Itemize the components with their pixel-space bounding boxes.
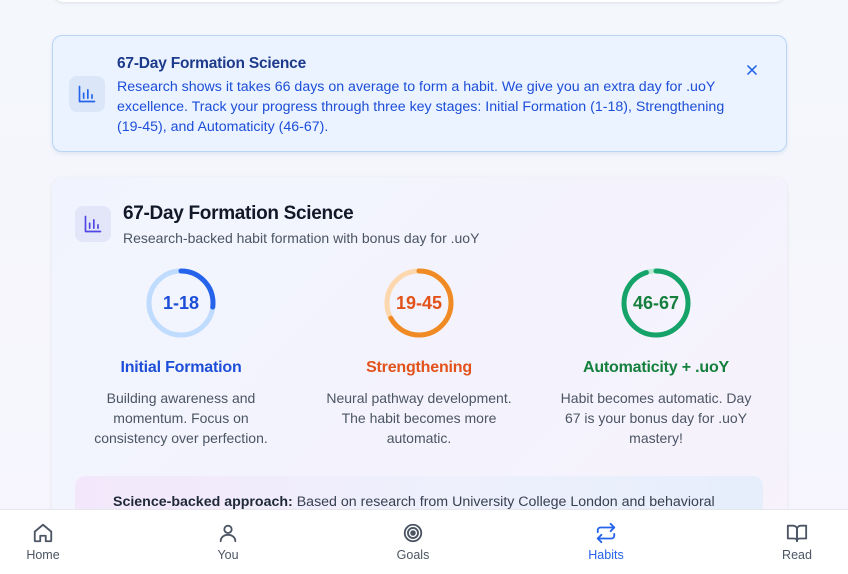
close-banner-button[interactable] xyxy=(741,59,763,81)
book-icon xyxy=(786,524,808,543)
nav-item-home[interactable]: Home xyxy=(3,522,83,562)
stage-name: Initial Formation xyxy=(120,359,242,376)
stage-name: Automaticity + .uoY xyxy=(583,359,729,376)
stage-range: 46-67 xyxy=(632,292,680,313)
target-icon xyxy=(403,523,423,543)
banner-text: Research shows it takes 66 days on avera… xyxy=(117,79,725,135)
stage-progress-ring: 19-45 xyxy=(383,267,455,339)
formation-science-card: 67-Day Formation Science Research-backed… xyxy=(52,177,787,546)
bar-chart-icon xyxy=(75,206,111,242)
stage-range: 19-45 xyxy=(395,292,443,313)
banner-title: 67-Day Formation Science xyxy=(117,55,307,72)
stage-automaticity: 46-67 Automaticity + .uoY Habit becomes … xyxy=(538,267,774,448)
info-banner: 67-Day Formation Science Research shows … xyxy=(52,35,787,152)
stage-progress-ring: 46-67 xyxy=(620,267,692,339)
stage-initial-formation: 1-18 Initial Formation Building awarenes… xyxy=(63,267,299,448)
nav-label: You xyxy=(217,548,239,562)
nav-item-you[interactable]: You xyxy=(188,522,268,562)
previous-card-edge xyxy=(52,0,786,2)
nav-label: Habits xyxy=(588,548,624,562)
close-icon xyxy=(747,65,757,75)
repeat-icon xyxy=(596,522,616,544)
bar-chart-icon xyxy=(69,76,105,112)
card-title: 67-Day Formation Science xyxy=(123,203,354,224)
stage-name: Strengthening xyxy=(366,359,472,376)
nav-label: Goals xyxy=(396,548,430,562)
nav-label: Home xyxy=(26,548,60,562)
stage-progress-ring: 1-18 xyxy=(145,267,217,339)
stage-description: Building awareness and momentum. Focus o… xyxy=(94,390,268,446)
stage-range: 1-18 xyxy=(162,292,200,313)
home-icon xyxy=(33,523,53,543)
card-subtitle: Research-backed habit formation with bon… xyxy=(123,230,480,246)
nav-label: Read xyxy=(782,548,812,562)
stage-strengthening: 19-45 Strengthening Neural pathway devel… xyxy=(301,267,537,448)
nav-item-habits[interactable]: Habits xyxy=(566,522,646,562)
habits-page: 67-Day Formation Science Research shows … xyxy=(0,0,848,574)
nav-item-goals[interactable]: Goals xyxy=(373,522,453,562)
science-note-bold: Science-backed approach: xyxy=(113,494,293,510)
stage-description: Habit becomes automatic. Day 67 is your … xyxy=(560,390,752,446)
nav-item-read[interactable]: Read xyxy=(757,522,837,562)
science-note-body: Based on research from University Colleg… xyxy=(292,494,715,510)
bottom-navigation: Home You Goals Habits Read xyxy=(0,509,848,574)
stage-description: Neural pathway development. The habit be… xyxy=(326,390,512,446)
user-icon xyxy=(219,524,237,543)
